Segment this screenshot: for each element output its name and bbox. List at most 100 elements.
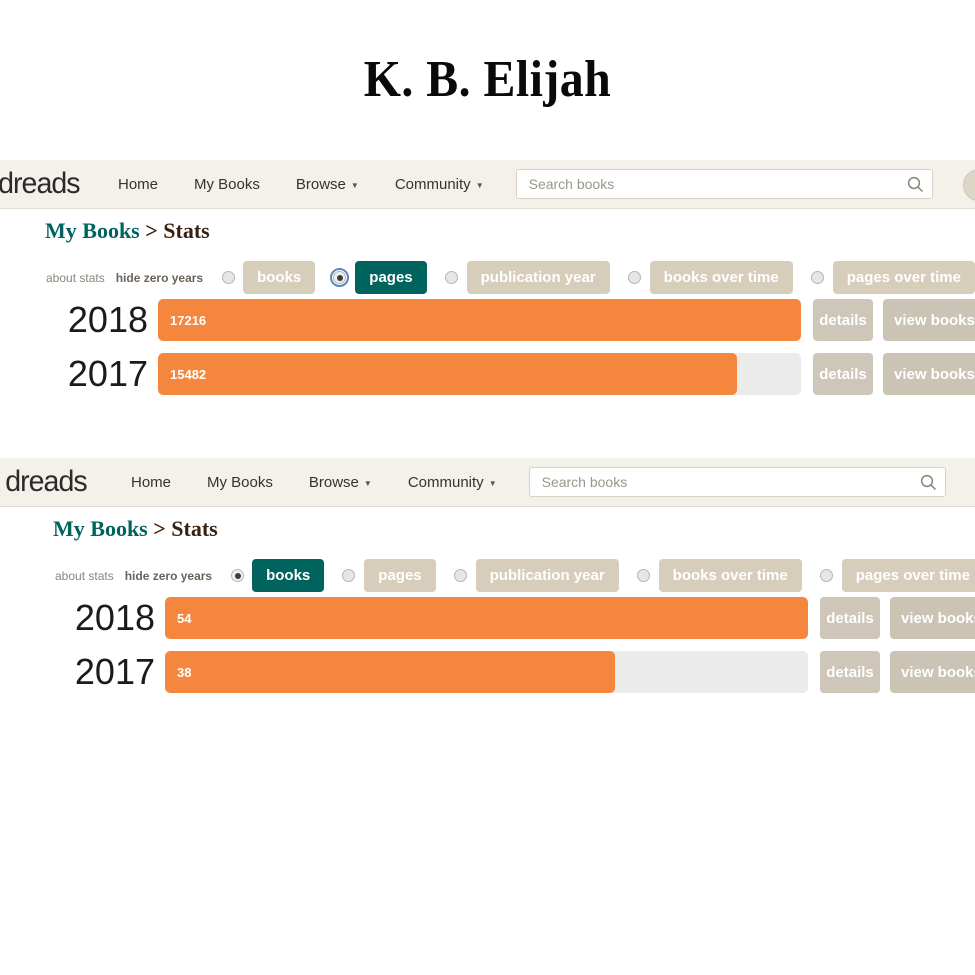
details-button[interactable]: details (820, 651, 880, 693)
bar-value: 38 (177, 664, 192, 680)
breadcrumb-stats: Stats (171, 516, 218, 541)
chart-row: 2017 38 details view books from 2017 (0, 649, 975, 695)
radio-publication-year[interactable] (453, 569, 467, 582)
nav-link-browse[interactable]: Browse ▼ (291, 474, 390, 491)
year-label: 2018 (67, 299, 148, 340)
breadcrumb-separator: > (145, 218, 158, 243)
option-button-pages-over-time[interactable]: pages over time (832, 261, 975, 294)
nav-link-home-label: Home (131, 473, 172, 491)
year-label: 2018 (74, 597, 155, 638)
chart-row: 2017 15482 details view books from 2017 (0, 351, 975, 397)
search-input[interactable] (526, 175, 907, 193)
year-label: 2017 (67, 353, 148, 394)
nav-link-home[interactable]: Home (100, 176, 176, 193)
view-books-button[interactable]: view books from 2017 (883, 353, 975, 395)
nav-link-home-label: Home (118, 175, 159, 193)
bar-fill: 38 (165, 651, 616, 693)
goodreads-navbar: dreads Home My Books Browse ▼ Community … (0, 458, 975, 507)
search-box[interactable] (528, 467, 946, 497)
stats-chart-books: 2018 54 details view books from 2018 201… (0, 595, 975, 695)
nav-link-community-label: Community (394, 175, 471, 193)
nav-link-browse[interactable]: Browse ▼ (278, 176, 377, 193)
stats-page-body-books: My Books > Stats about stats hide zero y… (0, 507, 975, 720)
goodreads-navbar: dreads Home My Books Browse ▼ Community … (0, 160, 975, 209)
nav-link-browse-label: Browse (308, 473, 359, 491)
breadcrumb-my-books[interactable]: My Books (53, 516, 148, 541)
stats-page-body-pages: My Books > Stats about stats hide zero y… (0, 209, 975, 422)
details-button[interactable]: details (813, 299, 873, 341)
breadcrumb: My Books > Stats (53, 516, 218, 542)
chevron-down-icon: ▼ (488, 478, 497, 488)
magnifier-icon[interactable] (920, 474, 937, 491)
chart-row: 2018 54 details view books from 2018 (0, 595, 975, 641)
about-stats-link[interactable]: about stats (46, 271, 105, 285)
bar-fill: 17216 (158, 299, 801, 341)
view-books-button[interactable]: view books from 2018 (890, 597, 975, 639)
bar-value: 15482 (170, 366, 207, 382)
nav-link-home[interactable]: Home (113, 474, 189, 491)
nav-link-community[interactable]: Community ▼ (377, 176, 502, 193)
view-books-button[interactable]: view books from 2017 (890, 651, 975, 693)
radio-books-over-time[interactable] (636, 569, 650, 582)
goodreads-logo[interactable]: dreads (5, 467, 89, 497)
nav-link-browse-label: Browse (295, 175, 346, 193)
option-button-books[interactable]: books (243, 261, 316, 294)
magnifier-icon[interactable] (907, 176, 924, 193)
nav-link-my-books-label: My Books (207, 473, 273, 491)
option-button-books[interactable]: books (252, 559, 325, 592)
radio-pages[interactable] (342, 569, 356, 582)
option-button-pages[interactable]: pages (364, 559, 436, 592)
stats-controls: about stats hide zero years books pages … (55, 559, 975, 592)
hide-zero-years-link[interactable]: hide zero years (116, 271, 203, 285)
bar-track: 15482 (158, 353, 801, 395)
breadcrumb-separator: > (153, 516, 166, 541)
radio-pages-over-time[interactable] (819, 569, 833, 582)
bar-fill: 15482 (158, 353, 737, 395)
breadcrumb-stats: Stats (163, 218, 210, 243)
option-button-pages[interactable]: pages (355, 261, 427, 294)
nav-link-my-books-label: My Books (194, 175, 260, 193)
stats-controls: about stats hide zero years books pages … (46, 261, 975, 294)
option-button-books-over-time[interactable]: books over time (649, 261, 793, 294)
avatar[interactable] (963, 169, 975, 201)
chevron-down-icon: ▼ (350, 180, 359, 190)
nav-link-community-label: Community (407, 473, 484, 491)
radio-books-over-time[interactable] (627, 271, 641, 284)
year-label: 2017 (74, 651, 155, 692)
option-button-publication-year[interactable]: publication year (475, 559, 619, 592)
nav-link-my-books[interactable]: My Books (176, 176, 278, 193)
search-box[interactable] (515, 169, 933, 199)
author-banner: K. B. Elijah (0, 0, 975, 160)
radio-publication-year[interactable] (444, 271, 458, 284)
radio-pages[interactable] (330, 268, 350, 287)
option-button-books-over-time[interactable]: books over time (658, 559, 802, 592)
breadcrumb-my-books[interactable]: My Books (45, 218, 140, 243)
bar-fill: 54 (165, 597, 808, 639)
stats-screenshot-books: dreads Home My Books Browse ▼ Community … (0, 458, 975, 720)
breadcrumb: My Books > Stats (45, 218, 210, 244)
about-stats-link[interactable]: about stats (55, 569, 114, 583)
goodreads-logo[interactable]: dreads (0, 169, 80, 199)
nav-link-community[interactable]: Community ▼ (390, 474, 515, 491)
chevron-down-icon: ▼ (363, 478, 372, 488)
details-button[interactable]: details (820, 597, 880, 639)
radio-books[interactable] (222, 271, 236, 284)
search-input[interactable] (539, 473, 920, 491)
chart-row: 2018 17216 details view books from 2018 (0, 297, 975, 343)
bar-track: 38 (165, 651, 808, 693)
bar-value: 17216 (170, 312, 207, 328)
details-button[interactable]: details (813, 353, 873, 395)
author-name: K. B. Elijah (363, 51, 612, 108)
radio-books[interactable] (231, 569, 245, 582)
bar-value: 54 (177, 610, 192, 626)
nav-link-my-books[interactable]: My Books (189, 474, 291, 491)
radio-pages-over-time[interactable] (810, 271, 824, 284)
bar-track: 17216 (158, 299, 801, 341)
chevron-down-icon: ▼ (475, 180, 484, 190)
option-button-publication-year[interactable]: publication year (466, 261, 610, 294)
hide-zero-years-link[interactable]: hide zero years (125, 569, 212, 583)
view-books-button[interactable]: view books from 2018 (883, 299, 975, 341)
stats-chart-pages: 2018 17216 details view books from 2018 … (0, 297, 975, 397)
option-button-pages-over-time[interactable]: pages over time (841, 559, 975, 592)
stats-screenshot-pages: dreads Home My Books Browse ▼ Community … (0, 160, 975, 422)
